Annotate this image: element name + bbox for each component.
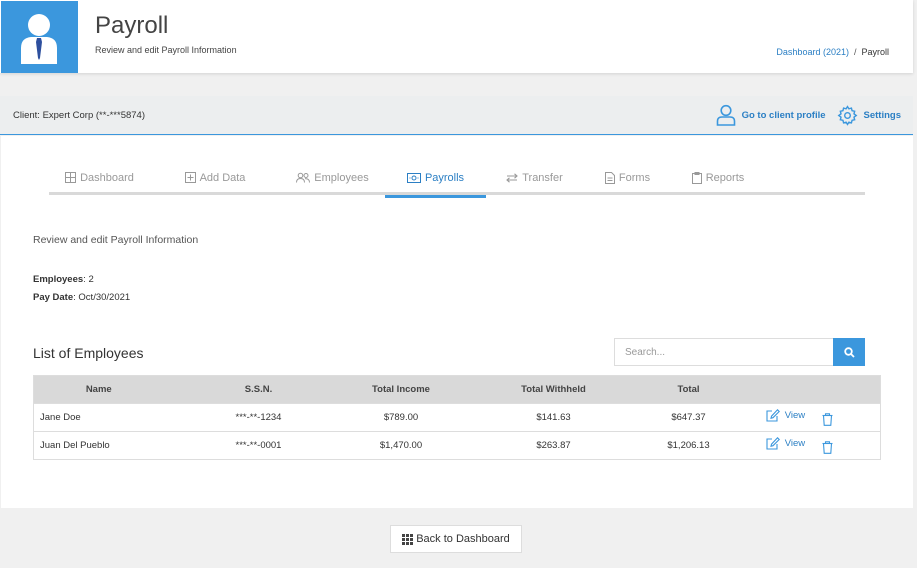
column-header-name: Name bbox=[33, 375, 164, 404]
transfer-icon bbox=[506, 172, 519, 183]
delete-button[interactable] bbox=[822, 441, 833, 454]
plus-square-icon bbox=[184, 172, 196, 183]
tab-employees[interactable]: Employees bbox=[280, 160, 385, 195]
cell-total: $647.37 bbox=[658, 403, 719, 432]
pay-date-value: : Oct/30/2021 bbox=[73, 292, 131, 303]
breadcrumb: Dashboard (2021) / Payroll bbox=[776, 47, 889, 57]
breadcrumb-separator: / bbox=[853, 47, 857, 57]
table-header-row: Name S.S.N. Total Income Total Withheld … bbox=[33, 375, 881, 404]
column-header-actions bbox=[718, 375, 881, 404]
cell-actions: View bbox=[718, 403, 881, 432]
tab-payrolls[interactable]: Payrolls bbox=[385, 160, 486, 198]
delete-button[interactable] bbox=[822, 413, 833, 426]
tab-forms[interactable]: Forms bbox=[583, 160, 672, 195]
cell-total-income: $789.00 bbox=[353, 403, 449, 432]
go-to-client-profile-link[interactable]: Go to client profile bbox=[716, 104, 826, 126]
tab-dashboard[interactable]: Dashboard bbox=[49, 160, 150, 195]
user-avatar bbox=[1, 1, 78, 73]
client-label: Client: Expert Corp (**-***5874) bbox=[13, 110, 146, 121]
money-icon bbox=[406, 172, 421, 183]
tab-payrolls-label: Payrolls bbox=[424, 171, 465, 184]
users-icon bbox=[296, 172, 311, 183]
settings-label: Settings bbox=[863, 109, 901, 121]
pay-date: Pay Date: Oct/30/2021 bbox=[33, 289, 130, 307]
column-header-total: Total bbox=[658, 375, 719, 404]
search-box bbox=[614, 338, 865, 366]
view-button[interactable]: View bbox=[766, 409, 805, 422]
trash-icon bbox=[822, 441, 833, 454]
search-button[interactable] bbox=[833, 338, 865, 366]
user-icon bbox=[21, 14, 57, 64]
employees-count-value: : 2 bbox=[83, 274, 94, 285]
tab-add-data[interactable]: Add Data bbox=[150, 160, 280, 195]
view-label: View bbox=[784, 438, 806, 449]
payroll-meta: Employees: 2 Pay Date: Oct/30/2021 bbox=[33, 271, 130, 307]
go-to-client-profile-label: Go to client profile bbox=[741, 109, 826, 121]
tab-add-data-label: Add Data bbox=[199, 171, 246, 184]
settings-link[interactable]: Settings bbox=[837, 104, 901, 126]
trash-icon bbox=[822, 413, 833, 426]
back-to-dashboard-button[interactable]: Back to Dashboard bbox=[390, 525, 522, 553]
tab-transfer[interactable]: Transfer bbox=[486, 160, 583, 195]
cell-ssn: ***-**-0001 bbox=[163, 431, 354, 460]
cell-total-income: $1,470.00 bbox=[353, 431, 449, 460]
user-outline-icon bbox=[716, 104, 735, 126]
tab-transfer-label: Transfer bbox=[522, 171, 563, 184]
back-to-dashboard-label: Back to Dashboard bbox=[416, 533, 510, 545]
employees-count-label: Employees bbox=[33, 274, 84, 285]
tab-reports-label: Reports bbox=[705, 171, 745, 184]
cell-total-withheld: $263.87 bbox=[448, 431, 659, 460]
list-title: List of Employees bbox=[33, 345, 144, 361]
tab-reports[interactable]: Reports bbox=[672, 160, 764, 195]
main-panel: Dashboard Add Data Employees Payrolls Tr… bbox=[1, 136, 913, 508]
column-header-total-withheld: Total Withheld bbox=[448, 375, 659, 404]
cell-name: Jane Doe bbox=[33, 403, 164, 432]
intro-text: Review and edit Payroll Information bbox=[33, 234, 199, 246]
employees-count: Employees: 2 bbox=[33, 271, 130, 289]
page-title: Payroll bbox=[95, 12, 169, 39]
grid-icon bbox=[402, 533, 414, 545]
cell-total-withheld: $141.63 bbox=[448, 403, 659, 432]
edit-icon bbox=[766, 437, 780, 450]
cell-ssn: ***-**-1234 bbox=[163, 403, 354, 432]
clipboard-icon bbox=[691, 171, 702, 184]
gear-icon bbox=[837, 104, 857, 126]
column-header-ssn: S.S.N. bbox=[163, 375, 354, 404]
cell-total: $1,206.13 bbox=[658, 431, 719, 460]
table-row: Jane Doe ***-**-1234 $789.00 $141.63 $64… bbox=[33, 403, 881, 432]
page-header: Payroll Review and edit Payroll Informat… bbox=[0, 0, 913, 73]
footer: Back to Dashboard bbox=[0, 508, 917, 568]
search-icon bbox=[843, 346, 855, 358]
page-subtitle: Review and edit Payroll Information bbox=[95, 45, 237, 55]
client-actions: Go to client profile Settings bbox=[716, 104, 901, 126]
tab-forms-label: Forms bbox=[618, 171, 651, 184]
cell-actions: View bbox=[718, 431, 881, 460]
search-input[interactable] bbox=[614, 338, 833, 366]
file-icon bbox=[604, 171, 615, 184]
pay-date-label: Pay Date bbox=[33, 292, 74, 303]
employees-table: Name S.S.N. Total Income Total Withheld … bbox=[33, 375, 881, 460]
breadcrumb-current: Payroll bbox=[861, 47, 889, 57]
column-header-total-income: Total Income bbox=[353, 375, 449, 404]
client-bar: Client: Expert Corp (**-***5874) Go to c… bbox=[0, 96, 913, 135]
tab-dashboard-label: Dashboard bbox=[80, 171, 134, 184]
view-button[interactable]: View bbox=[766, 437, 805, 450]
view-label: View bbox=[784, 410, 806, 421]
tab-bar: Dashboard Add Data Employees Payrolls Tr… bbox=[49, 160, 865, 198]
cell-name: Juan Del Pueblo bbox=[33, 431, 164, 460]
breadcrumb-dashboard-link[interactable]: Dashboard (2021) bbox=[776, 47, 849, 57]
edit-icon bbox=[766, 409, 780, 422]
table-row: Juan Del Pueblo ***-**-0001 $1,470.00 $2… bbox=[33, 431, 881, 460]
tab-employees-label: Employees bbox=[314, 171, 369, 184]
grid-icon bbox=[65, 172, 77, 183]
